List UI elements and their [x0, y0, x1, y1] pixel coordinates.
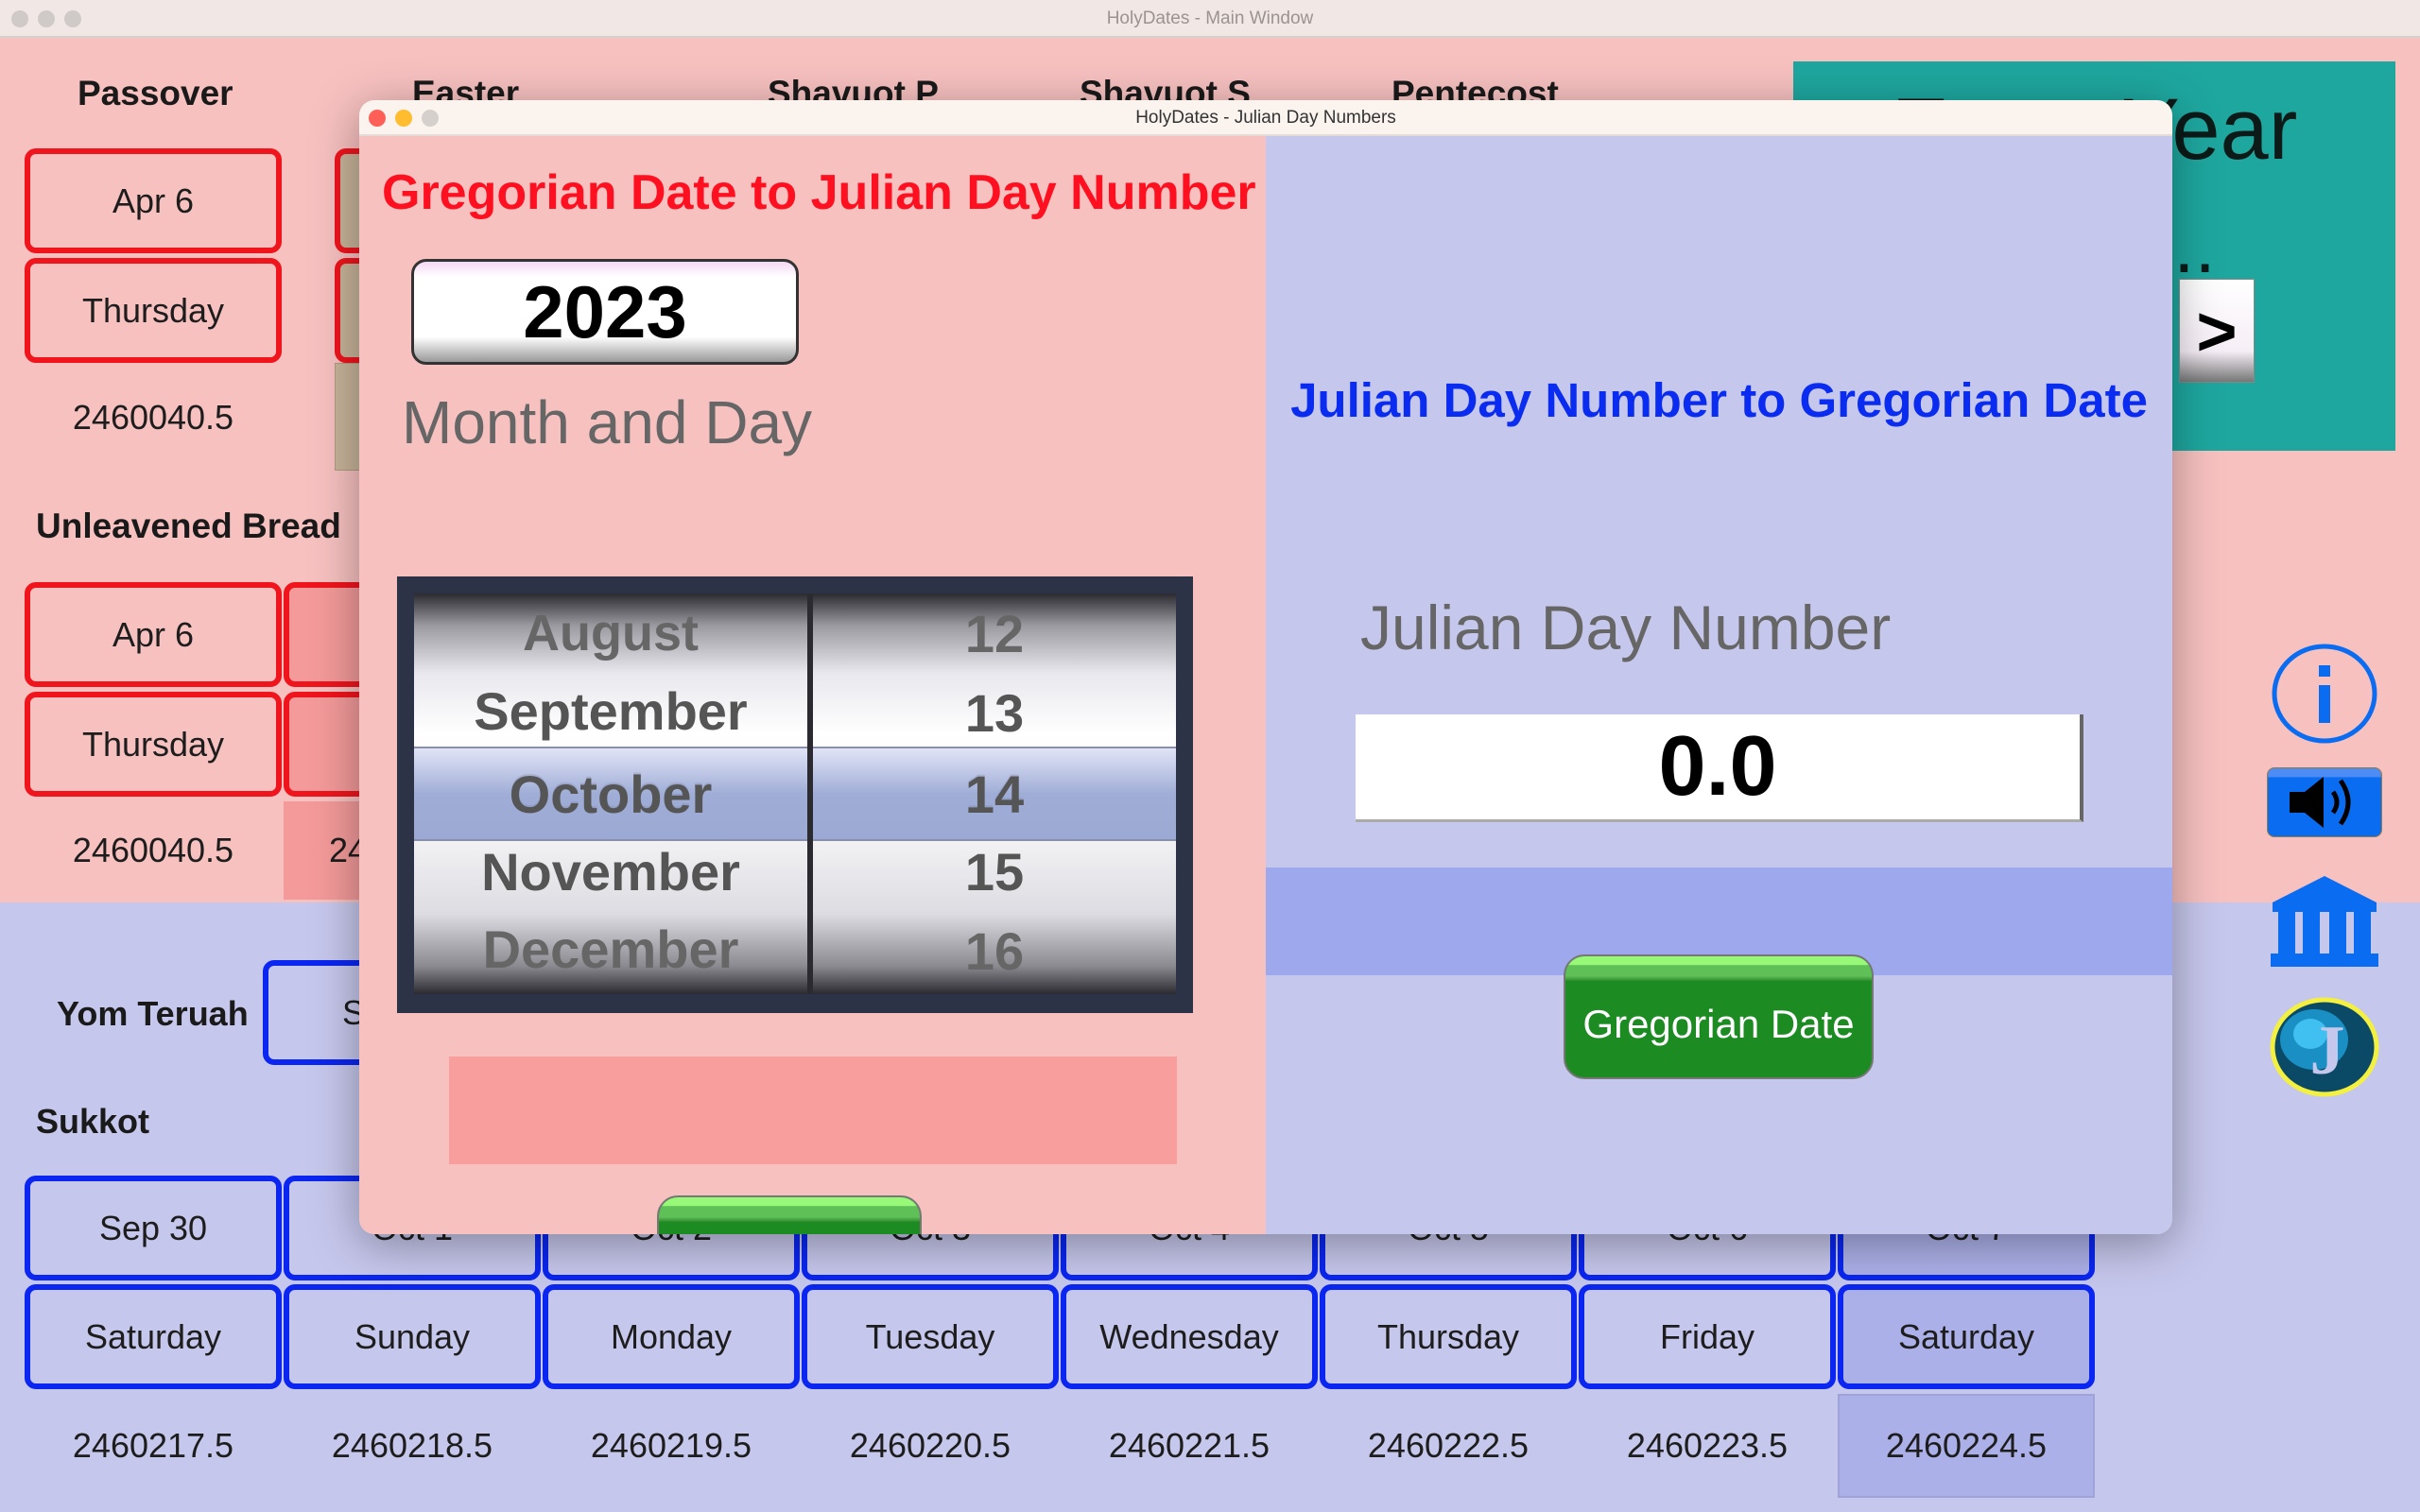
- month-option[interactable]: November: [414, 832, 807, 911]
- julian-day-number-label: Julian Day Number: [1360, 593, 1892, 662]
- julian-day-button-label: Julian Day: [662, 1234, 918, 1235]
- sukkot-weekday[interactable]: Tuesday: [802, 1284, 1059, 1389]
- wheel-divider: [807, 593, 813, 994]
- sukkot-weekday[interactable]: Saturday: [1838, 1284, 2095, 1389]
- sukkot-weekday[interactable]: Friday: [1579, 1284, 1836, 1389]
- sukkot-weekday[interactable]: Sunday: [284, 1284, 541, 1389]
- day-option[interactable]: 15: [813, 832, 1176, 911]
- modal-title: HolyDates - Julian Day Numbers: [1135, 108, 1396, 128]
- julian-day-button[interactable]: Julian Day: [657, 1195, 922, 1234]
- julian-day-result-field: [449, 1057, 1177, 1164]
- sukkot-julian-day: 2460222.5: [1367, 1426, 1530, 1465]
- gregorian-date-button[interactable]: Gregorian Date: [1564, 954, 1874, 1079]
- sukkot-weekday[interactable]: Thursday: [1320, 1284, 1577, 1389]
- next-year-button[interactable]: >: [2179, 279, 2255, 383]
- passover-weekday[interactable]: Thursday: [25, 258, 282, 363]
- sukkot-weekday[interactable]: Wednesday: [1061, 1284, 1318, 1389]
- sukkot-julian-day: 2460223.5: [1626, 1426, 1789, 1465]
- selected-day: 14: [964, 764, 1025, 824]
- sukkot-julian-day: 2460220.5: [849, 1426, 1011, 1465]
- month-and-day-label: Month and Day: [402, 388, 813, 456]
- yom-teruah-label: Yom Teruah: [57, 994, 249, 1033]
- speaker-icon[interactable]: [2267, 767, 2382, 837]
- month-option[interactable]: August: [414, 593, 807, 673]
- unleavened-date-1[interactable]: Apr 6: [25, 582, 282, 687]
- gregorian-year-input[interactable]: 2023: [411, 259, 799, 365]
- gregorian-date-button-label: Gregorian Date: [1582, 1002, 1855, 1046]
- julian-day-numbers-window: HolyDates - Julian Day Numbers Gregorian…: [359, 100, 2172, 1234]
- svg-text:J: J: [2310, 1012, 2345, 1090]
- sukkot-date[interactable]: Sep 30: [25, 1176, 282, 1280]
- sukkot-label: Sukkot: [36, 1102, 150, 1141]
- sukkot-julian-day: 2460221.5: [1108, 1426, 1270, 1465]
- j-globe-icon[interactable]: J: [2269, 996, 2380, 1098]
- day-option[interactable]: 12: [813, 593, 1176, 673]
- unleavened-bread-label: Unleavened Bread: [36, 507, 341, 545]
- unleavened-julian-day-1: 2460040.5: [72, 831, 234, 869]
- passover-julian-day: 2460040.5: [72, 398, 234, 437]
- month-option[interactable]: September: [414, 671, 807, 750]
- picker-selection-bar: October 14: [414, 747, 1176, 841]
- sukkot-weekday[interactable]: Saturday: [25, 1284, 282, 1389]
- unleavened-weekday-1[interactable]: Thursday: [25, 692, 282, 797]
- main-window-titlebar: HolyDates - Main Window: [0, 0, 2420, 38]
- sukkot-julian-day: 2460217.5: [72, 1426, 234, 1465]
- julian-to-gregorian-pane: Julian Day Number to Gregorian Date Juli…: [1266, 136, 2172, 1234]
- day-option[interactable]: 16: [813, 911, 1176, 990]
- main-window-title: HolyDates - Main Window: [1106, 9, 1314, 28]
- info-icon[interactable]: [2271, 640, 2378, 747]
- day-option[interactable]: 13: [813, 673, 1176, 752]
- gregorian-to-julian-pane: Gregorian Date to Julian Day Number 2023…: [359, 136, 1266, 1234]
- selected-month: October: [509, 764, 713, 824]
- bank-building-icon[interactable]: [2269, 874, 2380, 969]
- month-option[interactable]: December: [414, 909, 807, 988]
- j2g-heading: Julian Day Number to Gregorian Date: [1290, 373, 2148, 427]
- julian-day-number-input[interactable]: 0.0: [1356, 714, 2083, 822]
- header-passover: Passover: [78, 74, 233, 112]
- sukkot-julian-day-selected: 2460224.5: [1838, 1394, 2095, 1498]
- sukkot-julian-day: 2460218.5: [331, 1426, 493, 1465]
- passover-date[interactable]: Apr 6: [25, 148, 282, 253]
- month-day-picker[interactable]: August September October November Decemb…: [397, 576, 1193, 1013]
- g2j-heading: Gregorian Date to Julian Day Number: [382, 165, 1256, 220]
- modal-titlebar: HolyDates - Julian Day Numbers: [359, 100, 2172, 136]
- sukkot-weekday[interactable]: Monday: [543, 1284, 800, 1389]
- sukkot-julian-day: 2460219.5: [590, 1426, 752, 1465]
